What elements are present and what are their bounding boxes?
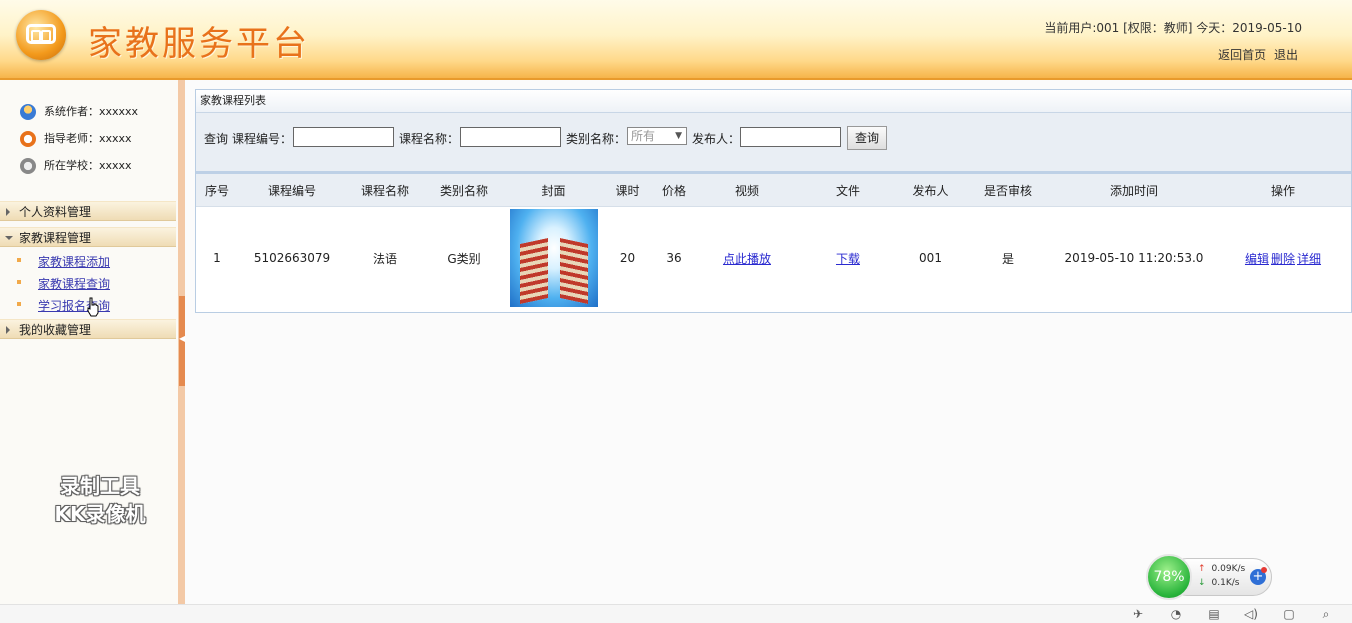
- panel-title: 家教课程列表: [196, 90, 1351, 113]
- speaker-icon[interactable]: ◁): [1244, 608, 1258, 621]
- edit-link[interactable]: 编辑: [1245, 252, 1269, 266]
- col-header: 文件: [798, 174, 898, 207]
- download-speed: ↓ 0.1K/s: [1198, 578, 1240, 588]
- cell-ops: 编辑 删除 详细: [1215, 207, 1351, 310]
- cell-cover: [504, 207, 603, 310]
- download-link[interactable]: 下载: [836, 252, 860, 266]
- cell-price: 36: [666, 251, 682, 265]
- delete-link[interactable]: 删除: [1271, 252, 1295, 266]
- bullet-icon: [17, 258, 21, 262]
- bullet-icon: [17, 302, 21, 306]
- col-header: 是否审核: [963, 174, 1053, 207]
- col-header: 课程编号: [238, 174, 346, 207]
- search-icon[interactable]: ⌕: [1319, 608, 1333, 621]
- site-title: 家教服务平台: [88, 24, 310, 64]
- logo-icon: [16, 10, 66, 60]
- category-select[interactable]: 所有: [627, 127, 687, 145]
- menu-favorites[interactable]: 我的收藏管理: [0, 319, 176, 339]
- menu-item-course-add[interactable]: 家教课程添加: [38, 253, 110, 270]
- publisher-input[interactable]: [740, 127, 841, 147]
- search-prefix-label: 查询: [204, 132, 229, 146]
- alarm-clock-icon: [20, 131, 36, 147]
- speedometer-icon[interactable]: ◔: [1169, 608, 1183, 621]
- cell-video: 点此播放: [696, 207, 798, 310]
- course-no-input[interactable]: [293, 127, 394, 147]
- search-bar: 查询 课程编号： 课程名称： 类别名称： 所有 发布人： 查询: [196, 113, 1351, 174]
- header: 家教服务平台 当前用户:001 [权限：教师] 今天：2019-05-10 返回…: [0, 0, 1352, 80]
- course-table: 序号 课程编号 课程名称 类别名称 封面 课时 价格 视频 文件 发布人 是否审…: [196, 174, 1351, 309]
- user-group-icon: [20, 104, 36, 120]
- chevron-left-icon: ◀: [179, 334, 186, 343]
- school-info: 所在学校：xxxxx: [20, 157, 132, 174]
- course-no-label: 课程编号：: [232, 132, 293, 146]
- top-links: 返回首页 退出: [1214, 46, 1298, 63]
- col-header: 发布人: [898, 174, 963, 207]
- rocket-icon[interactable]: ✈: [1131, 608, 1145, 621]
- play-video-link[interactable]: 点此播放: [723, 252, 771, 266]
- menu-item-course-query[interactable]: 家教课程查询: [38, 275, 110, 292]
- col-header: 添加时间: [1053, 174, 1215, 207]
- hand-cursor-icon: [87, 297, 99, 317]
- cell-category: G类别: [447, 251, 481, 266]
- col-header: 操作: [1215, 174, 1351, 207]
- notification-dot: [1261, 567, 1267, 573]
- col-header: 课时: [603, 174, 652, 207]
- window-icon[interactable]: ▢: [1282, 608, 1296, 621]
- network-speed-widget[interactable]: 78% ↑ 0.09K/s ↓ 0.1K/s +: [1146, 554, 1272, 600]
- memory-usage-badge[interactable]: 78%: [1146, 554, 1192, 600]
- menu-course[interactable]: 家教课程管理: [0, 227, 176, 247]
- col-header: 序号: [196, 174, 238, 207]
- col-header: 视频: [696, 174, 798, 207]
- author-info: 系统作者：xxxxxx: [20, 103, 138, 120]
- search-button[interactable]: 查询: [847, 126, 887, 150]
- publisher-label: 发布人：: [692, 132, 741, 146]
- recorder-watermark: 录制工具 KK录像机: [54, 474, 146, 526]
- globe-icon: [20, 158, 36, 174]
- cell-publisher: 001: [919, 251, 942, 265]
- logout-link[interactable]: 退出: [1274, 48, 1298, 62]
- detail-link[interactable]: 详细: [1297, 252, 1321, 266]
- course-name-label: 课程名称：: [399, 132, 460, 146]
- sidebar-collapse-handle[interactable]: ◀: [179, 296, 185, 386]
- col-header: 课程名称: [346, 174, 424, 207]
- book-cover-image: [509, 209, 598, 307]
- col-header: 价格: [652, 174, 696, 207]
- arrow-down-icon: ↓: [1198, 578, 1206, 588]
- cell-added-time: 2019-05-10 11:20:53.0: [1064, 251, 1204, 265]
- cell-approved: 是: [1001, 251, 1014, 266]
- course-list-panel: 家教课程列表 查询 课程编号： 课程名称： 类别名称： 所有 发布人： 查询 序…: [195, 89, 1352, 313]
- menu-profile[interactable]: 个人资料管理: [0, 201, 176, 221]
- teacher-info: 指导老师：xxxxx: [20, 130, 132, 147]
- bullet-icon: [17, 280, 21, 284]
- home-link[interactable]: 返回首页: [1218, 48, 1266, 62]
- category-label: 类别名称：: [566, 132, 627, 146]
- col-header: 类别名称: [424, 174, 504, 207]
- upload-speed: ↑ 0.09K/s: [1198, 564, 1246, 574]
- table-row: 1 5102663079 法语 G类别 20 36 点此播放 下载 001 是 …: [196, 207, 1351, 310]
- cell-file: 下载: [798, 207, 898, 310]
- course-name-input[interactable]: [460, 127, 561, 147]
- cell-index: 1: [213, 251, 221, 265]
- bottom-toolbar: ✈ ◔ ▤ ◁) ▢ ⌕: [0, 604, 1352, 623]
- cell-course-name: 法语: [372, 251, 397, 266]
- current-user-info: 当前用户:001 [权限：教师] 今天：2019-05-10: [1044, 21, 1302, 35]
- col-header: 封面: [504, 174, 603, 207]
- arrow-up-icon: ↑: [1198, 564, 1206, 574]
- trash-icon[interactable]: ▤: [1207, 608, 1221, 621]
- cell-course-no: 5102663079: [253, 251, 331, 265]
- cell-hours: 20: [619, 251, 636, 265]
